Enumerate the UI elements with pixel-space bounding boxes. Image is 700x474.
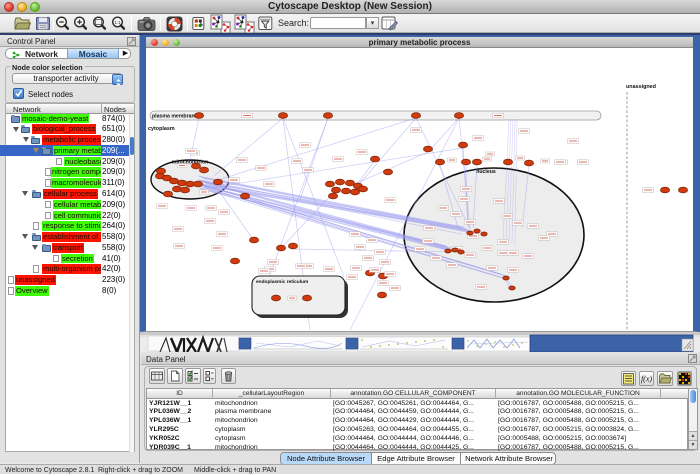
- svg-text:nucleus: nucleus: [476, 169, 496, 175]
- svg-text:endoplasmic reticulum: endoplasmic reticulum: [256, 279, 308, 285]
- svg-text:unassigned: unassigned: [626, 84, 656, 90]
- svg-text:plasma membrane: plasma membrane: [152, 114, 198, 120]
- svg-text:f(x): f(x): [641, 375, 652, 384]
- svg-text:cytoplasm: cytoplasm: [148, 126, 175, 132]
